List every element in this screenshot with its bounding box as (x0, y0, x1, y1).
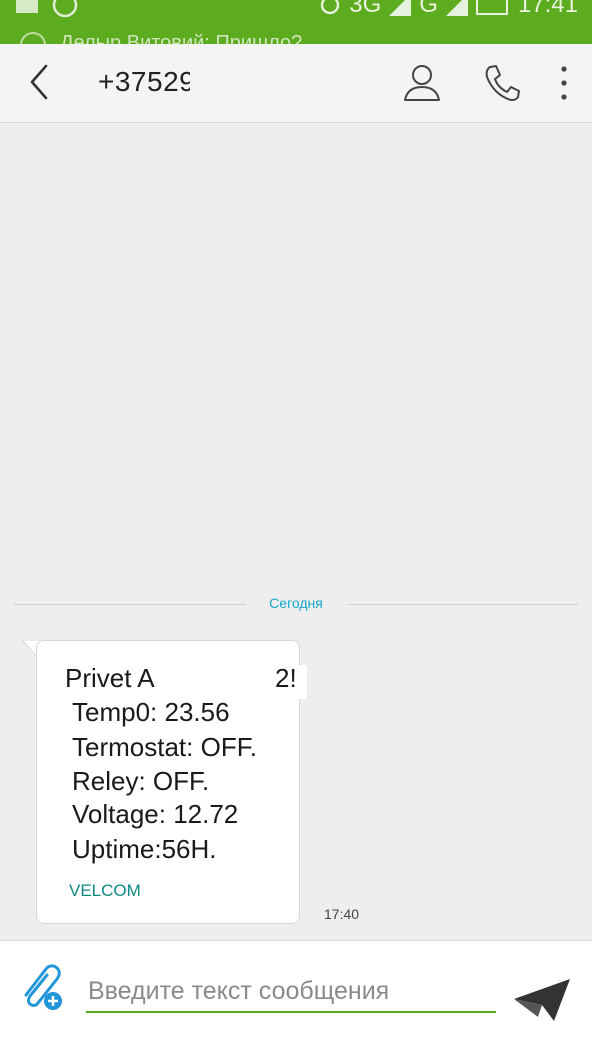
date-label: Сегодня (14, 595, 578, 611)
notification-icon (16, 0, 38, 13)
attach-icon[interactable] (16, 959, 66, 1011)
message-line-termostat: Termostat: OFF. (72, 732, 257, 762)
network-3g-label: 3G (349, 0, 382, 18)
message-line-reley: Reley: OFF. (72, 766, 210, 796)
call-icon[interactable] (482, 62, 522, 104)
signal-icon-2 (445, 0, 468, 16)
message-input[interactable] (86, 971, 496, 1013)
battery-icon (475, 0, 508, 15)
status-bar: 3G G 17:41 (0, 0, 592, 20)
notification-ticker: Делыр Витовий: Пришло? (0, 20, 592, 44)
network-g-label: G (419, 0, 438, 18)
send-icon[interactable] (512, 977, 572, 1023)
back-arrow-icon[interactable] (22, 62, 62, 102)
more-options-icon[interactable] (552, 62, 576, 104)
redacted-number-part (190, 68, 260, 96)
conversation-area[interactable]: Сегодня Privet A 2! Temp0: 23.56 Termost… (0, 123, 592, 940)
conversation-title: +37529 (98, 66, 196, 97)
notification-text: Делыр Витовий: Пришло? (60, 32, 303, 44)
viber-notification-icon (20, 32, 46, 44)
viber-icon (52, 0, 78, 18)
message-line-voltage: Voltage: 12.72 (72, 799, 239, 829)
message-line-greeting-end: 2! (275, 663, 297, 693)
message-bubble[interactable]: Privet A 2! Temp0: 23.56 Termostat: OFF.… (36, 640, 307, 924)
alarm-icon (321, 0, 340, 15)
contact-icon[interactable] (402, 62, 442, 104)
signal-icon (389, 0, 412, 16)
message-line-temp: Temp0: 23.56 (72, 697, 230, 727)
message-line-uptime: Uptime:56H. (72, 834, 217, 864)
app-bar: +37529 (0, 44, 592, 123)
status-time: 17:41 (517, 0, 578, 18)
message-timestamp: 17:40 (324, 906, 360, 922)
sender-label: VELCOM (69, 881, 141, 900)
date-separator: Сегодня (14, 595, 578, 613)
message-composer (0, 940, 592, 1051)
date-label-text: Сегодня (257, 595, 335, 611)
message-line-greeting: Privet A (65, 663, 155, 693)
